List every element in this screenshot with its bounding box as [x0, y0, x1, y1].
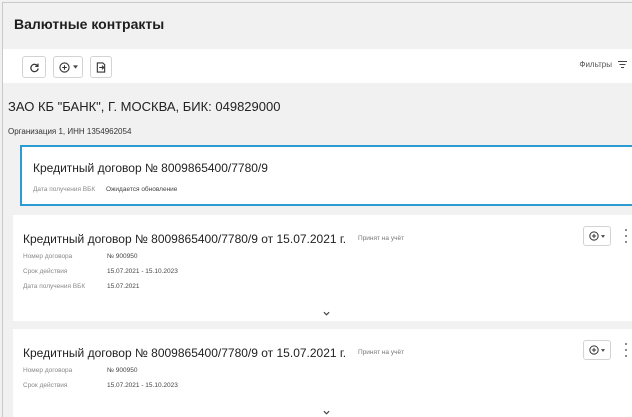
- chevron-down-icon: [322, 410, 330, 415]
- field-value: № 900950: [107, 253, 138, 260]
- field-label: Срок действия: [23, 382, 68, 389]
- contract-card-selected[interactable]: Кредитный договор № 8009865400/7780/9 Да…: [20, 145, 632, 206]
- plus-circle-icon: [589, 345, 599, 355]
- filter-icon: [618, 61, 627, 68]
- bank-title: ЗАО КБ "БАНК", Г. МОСКВА, БИК: 049829000: [8, 99, 281, 114]
- title-bar: Валютные контракты: [3, 3, 632, 49]
- contract-title: Кредитный договор № 8009865400/7780/9 от…: [23, 346, 347, 360]
- field-label: Номер договора: [23, 367, 73, 374]
- caret-down-icon: [601, 348, 605, 352]
- filters-label: Фильтры: [579, 60, 612, 69]
- toolbar: Фильтры: [3, 49, 632, 83]
- plus-circle-icon: [589, 231, 599, 241]
- status-badge: Принят на учёт: [358, 235, 405, 242]
- more-vertical-icon[interactable]: [623, 229, 629, 243]
- contract-card[interactable]: Кредитный договор № 8009865400/7780/9 от…: [13, 215, 632, 321]
- contract-card[interactable]: Кредитный договор № 8009865400/7780/9 от…: [13, 329, 632, 417]
- field-label: Номер договора: [23, 253, 73, 260]
- card-add-button[interactable]: [583, 340, 611, 360]
- add-menu-button[interactable]: [53, 56, 83, 78]
- export-icon: [96, 61, 106, 73]
- field-label: Дата получения ВБК: [23, 283, 86, 290]
- field-value: 15.07.2021 - 15.10.2023: [107, 382, 178, 389]
- status-badge: Принят на учёт: [358, 349, 405, 356]
- filters-toggle[interactable]: Фильтры: [579, 60, 627, 69]
- chevron-down-icon: [322, 311, 330, 316]
- organization-label: Организация 1, ИНН 1354962054: [8, 127, 132, 136]
- caret-down-icon: [72, 65, 78, 69]
- app-frame: Валютные контракты Фильтры ЗАО КБ "БАНК"…: [2, 2, 632, 417]
- field-value: № 900950: [107, 367, 138, 374]
- field-label: Дата получения ВБК: [33, 186, 96, 193]
- field-value: Ожидается обновление: [106, 186, 178, 193]
- more-vertical-icon[interactable]: [623, 343, 629, 357]
- contract-title: Кредитный договор № 8009865400/7780/9: [33, 161, 268, 175]
- field-value: 15.07.2021: [107, 283, 140, 290]
- field-value: 15.07.2021 - 15.10.2023: [107, 268, 178, 275]
- plus-circle-icon: [58, 61, 70, 73]
- field-label: Срок действия: [23, 268, 68, 275]
- refresh-button[interactable]: [22, 56, 46, 78]
- page-title: Валютные контракты: [14, 16, 165, 32]
- caret-down-icon: [601, 234, 605, 238]
- contract-title: Кредитный договор № 8009865400/7780/9 от…: [23, 232, 347, 246]
- card-add-button[interactable]: [583, 226, 611, 246]
- export-button[interactable]: [90, 56, 112, 78]
- refresh-icon: [29, 63, 39, 72]
